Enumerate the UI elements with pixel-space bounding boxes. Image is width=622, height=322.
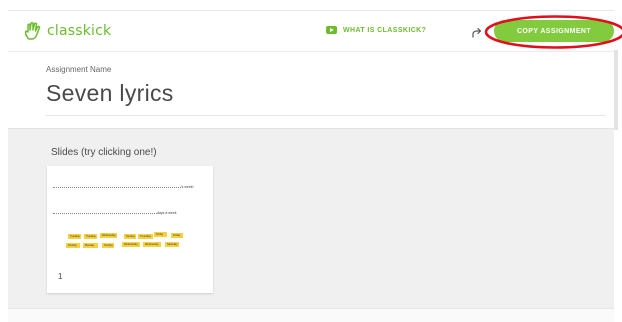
copy-assignment-button[interactable]: COPY ASSIGNMENT	[494, 20, 614, 42]
word-tag[interactable]: Sunday	[124, 234, 136, 239]
word-tag[interactable]: Saturday	[165, 242, 179, 247]
word-tag[interactable]: Wednesday	[122, 242, 140, 247]
youtube-play-icon	[326, 26, 337, 34]
assignment-title: Seven lyrics	[46, 80, 174, 106]
footer-strip	[8, 308, 614, 322]
slides-heading: Slides (try clicking one!)	[51, 147, 157, 158]
word-tag[interactable]: Wednesday	[100, 233, 117, 238]
what-is-classkick-label: WHAT IS CLASSKICK?	[343, 26, 427, 34]
word-tag[interactable]: Friday	[171, 233, 183, 238]
slide-thumbnail[interactable]: 's week! days a week Tuesday Tuesday Wed…	[47, 166, 213, 293]
brand-logo[interactable]: classkick	[24, 21, 111, 41]
brand-name: classkick	[47, 23, 112, 39]
slides-section: Slides (try clicking one!) 's week! days…	[8, 128, 614, 309]
slide-number: 1	[58, 272, 63, 281]
word-tag[interactable]: Thursday	[138, 234, 153, 239]
word-tag[interactable]: Wednesday	[143, 242, 161, 247]
word-tag[interactable]: Tuesday	[68, 234, 81, 239]
share-icon[interactable]	[472, 25, 483, 43]
classkick-assignment-page: classkick WHAT IS CLASSKICK? COPY ASSIGN…	[0, 0, 622, 322]
title-divider	[46, 115, 606, 116]
what-is-classkick-link[interactable]: WHAT IS CLASSKICK?	[326, 26, 426, 34]
classkick-hand-logo-icon	[24, 21, 42, 41]
top-navigation-bar: classkick WHAT IS CLASSKICK? COPY ASSIGN…	[8, 10, 622, 52]
word-tag[interactable]: Sunday	[66, 243, 80, 248]
word-tag[interactable]: Friday	[154, 232, 167, 237]
slide-text-line-1: 's week!	[53, 184, 194, 189]
word-tag[interactable]: Tuesday	[84, 234, 97, 239]
scrollbar[interactable]	[614, 50, 618, 130]
word-tag[interactable]: Monday	[83, 243, 98, 248]
assignment-name-label: Assignment Name	[46, 65, 112, 74]
slide-text-line-2: days a week	[53, 210, 176, 215]
word-tag[interactable]: Sunday	[102, 243, 114, 248]
